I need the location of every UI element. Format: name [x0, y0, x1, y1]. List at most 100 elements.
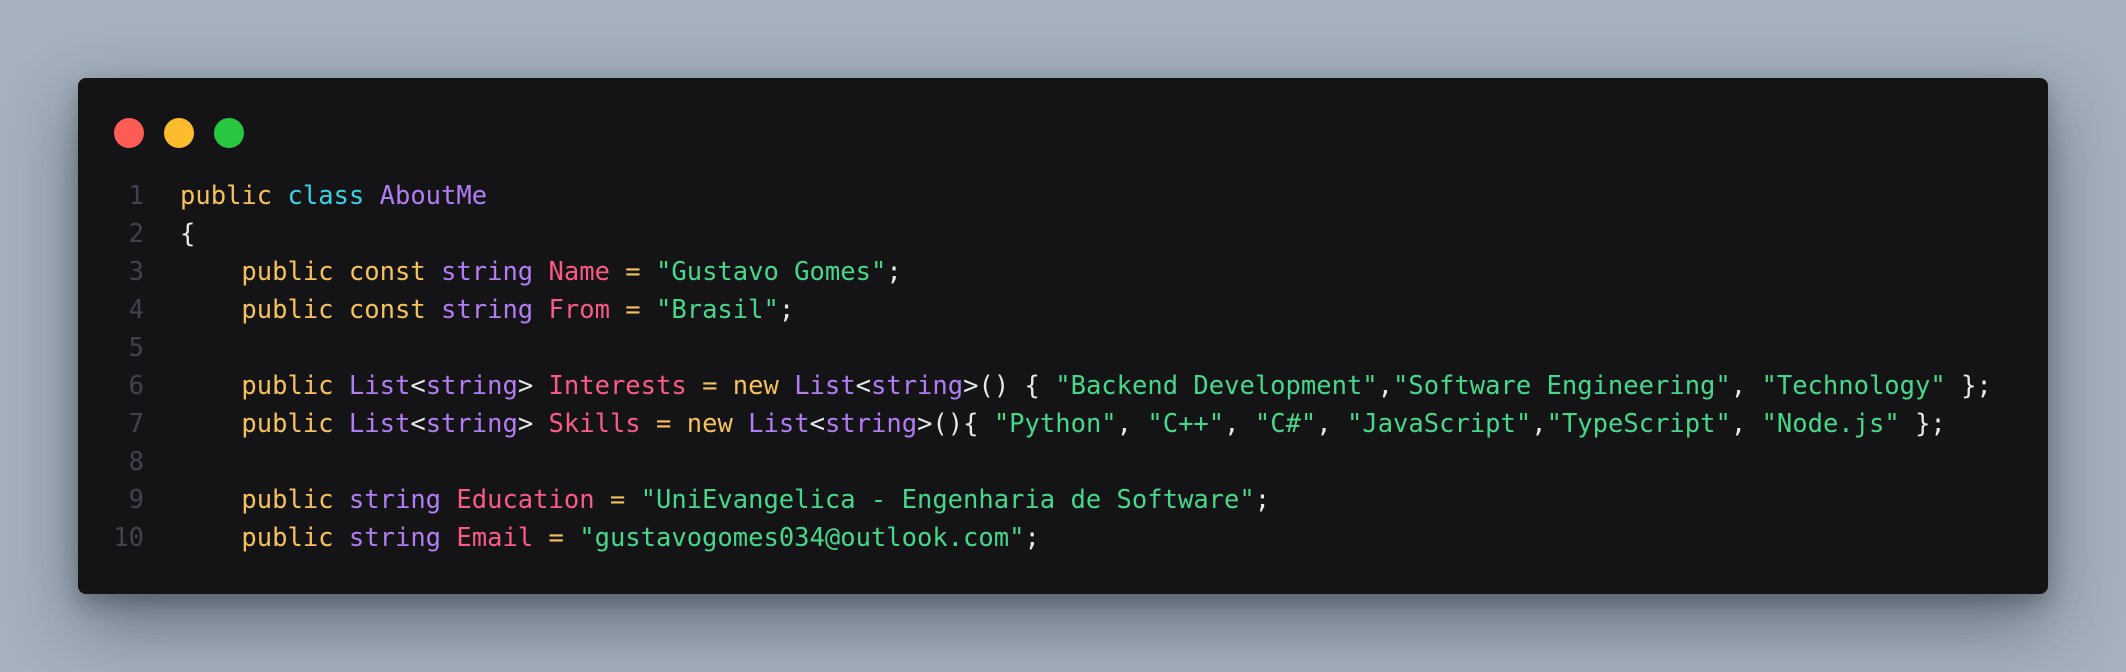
code-token: public — [241, 409, 334, 439]
code-token: "JavaScript" — [1347, 409, 1532, 439]
code-token: "C#" — [1254, 409, 1317, 439]
line-number: 1 — [128, 181, 144, 211]
line-number: 8 — [128, 447, 144, 477]
code-token: string — [348, 523, 442, 553]
code-line: 3 public const string Name = "Gustavo Go… — [78, 253, 2048, 291]
line-content: public const string Name = "Gustavo Gome… — [180, 253, 901, 291]
code-token: public — [180, 181, 273, 211]
code-line: 9 public string Education = "UniEvangeli… — [78, 481, 2048, 519]
line-content: { — [180, 215, 195, 253]
code-token: public — [241, 371, 334, 401]
code-line: 10 public string Email = "gustavogomes03… — [78, 519, 2048, 557]
code-token: "gustavogomes034@outlook.com" — [579, 523, 1025, 553]
code-token: public — [241, 295, 334, 325]
code-token: "C++" — [1147, 409, 1225, 439]
window-controls — [114, 118, 264, 148]
code-token: < — [855, 371, 871, 401]
code-token: string — [441, 257, 534, 287]
code-token: , — [1377, 371, 1393, 401]
code-token: List — [348, 371, 411, 401]
code-token: Name — [548, 257, 610, 287]
code-token: >() { — [963, 371, 1056, 401]
code-token: const — [348, 295, 426, 325]
code-line: 7 public List<string> Skills = new List<… — [78, 405, 2048, 443]
code-line: 4 public const string From = "Brasil"; — [78, 291, 2048, 329]
close-icon[interactable] — [114, 118, 144, 148]
minimize-icon[interactable] — [164, 118, 194, 148]
code-token: = — [702, 371, 718, 401]
line-number: 6 — [128, 371, 144, 401]
line-number: 9 — [128, 485, 144, 515]
line-number: 10 — [113, 523, 144, 553]
line-number: 3 — [128, 257, 144, 287]
code-token: }; — [1899, 409, 1946, 439]
code-token: string — [425, 409, 518, 439]
code-token: "Technology" — [1761, 371, 1946, 401]
code-token: Email — [456, 523, 534, 553]
code-window: 1 public class AboutMe 2 {3 public const st… — [78, 78, 2048, 594]
code-token: < — [410, 371, 426, 401]
code-token: , — [1730, 371, 1762, 401]
code-token: new — [686, 409, 733, 439]
line-content: public List<string> Skills = new List<st… — [180, 405, 1946, 443]
code-token: "Python" — [993, 409, 1117, 439]
code-token: Skills — [548, 409, 641, 439]
code-token: const — [348, 257, 426, 287]
code-token: , — [1730, 409, 1762, 439]
code-token: < — [410, 409, 426, 439]
code-token: Interests — [548, 371, 687, 401]
code-token: string — [425, 371, 518, 401]
code-token: "TypeScript" — [1546, 409, 1731, 439]
maximize-icon[interactable] — [214, 118, 244, 148]
code-token: string — [824, 409, 918, 439]
code-token: public — [241, 257, 334, 287]
code-token: public — [241, 523, 334, 553]
code-token: "Software Engineering" — [1393, 371, 1731, 401]
code-token: class — [287, 181, 365, 211]
code-token: List — [348, 409, 411, 439]
code-token: string — [441, 295, 534, 325]
code-token: AboutMe — [379, 181, 488, 211]
code-line: 1 public class AboutMe — [78, 177, 2048, 215]
code-token: From — [548, 295, 610, 325]
line-content: public string Education = "UniEvangelica… — [180, 481, 1270, 519]
code-token: , — [1531, 409, 1547, 439]
code-token: string — [348, 485, 442, 515]
code-token: "Gustavo Gomes" — [656, 257, 887, 287]
code-token: public — [241, 485, 334, 515]
line-number: 7 — [128, 409, 144, 439]
line-content: public string Email = "gustavogomes034@o… — [180, 519, 1039, 557]
code-token: "UniEvangelica - Engenharia de Software" — [640, 485, 1255, 515]
code-token: }; — [1945, 371, 1992, 401]
code-editor: 1 public class AboutMe 2 {3 public const st… — [78, 177, 2048, 557]
line-number: 2 — [128, 219, 144, 249]
code-token: List — [794, 371, 856, 401]
line-content: public const string From = "Brasil"; — [180, 291, 794, 329]
code-token: = — [609, 485, 626, 515]
code-token: string — [870, 371, 964, 401]
